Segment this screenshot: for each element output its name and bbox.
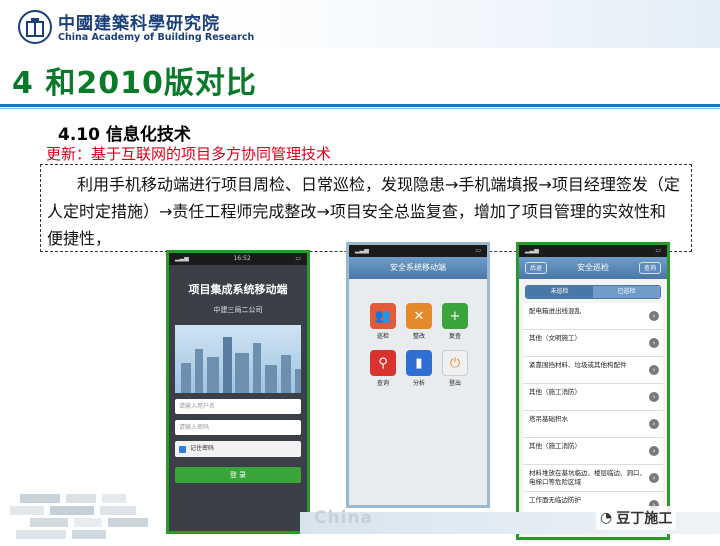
tab-inspected[interactable]: 已巡检	[593, 286, 660, 298]
list-item[interactable]: 配电箱进出线混乱 ›	[523, 303, 663, 330]
status-bar: ▂▃▅ 16:52 ▭	[169, 253, 307, 265]
brand-badge: ◔ 豆丁施工	[596, 506, 677, 530]
power-icon: ⏻	[442, 350, 468, 376]
academy-logo-icon	[18, 10, 52, 44]
phone-inspection-screen: ▂▃▅ ▭ 后退 安全巡检 查询 未巡检 已巡检 配电箱进出线混乱 › 其他（文…	[516, 242, 670, 540]
wechat-icon: ◔	[600, 510, 613, 526]
org-name-en: China Academy of Building Research	[58, 32, 255, 43]
list-item[interactable]: 其他（施工消防） ›	[523, 384, 663, 411]
title-divider	[0, 104, 720, 107]
menu-item-query[interactable]: ⚲ 查询	[365, 350, 401, 387]
inspection-list: 配电箱进出线混乱 › 其他（文明施工） › 紧靠围挡材料、垃圾或其他构配件 › …	[523, 303, 663, 519]
phone-login-screen: ▂▃▅ 16:52 ▭ 项目集成系统移动端 中建三局二公司 请输入用户名 请输入…	[166, 250, 310, 534]
status-bar: ▂▃▅ ▭	[519, 245, 667, 257]
tab-not-inspected[interactable]: 未巡检	[526, 286, 593, 298]
inspection-tabs: 未巡检 已巡检	[525, 285, 661, 299]
menu-item-rectify[interactable]: ✕ 整改	[401, 303, 437, 340]
watermark-text: China	[314, 508, 373, 528]
chevron-right-icon: ›	[649, 419, 659, 429]
tools-icon: ✕	[406, 303, 432, 329]
signal-icon: ▂▃▅	[355, 247, 369, 254]
remember-password-checkbox[interactable]: 记住密码	[175, 441, 301, 457]
org-name-cn: 中國建築科學研究院	[58, 14, 220, 34]
chevron-right-icon: ›	[649, 446, 659, 456]
description-text: 利用手机移动端进行项目周检、日常巡检，发现隐患→手机端填报→项目经理签发（定人定…	[47, 175, 680, 248]
signal-icon: ▂▃▅	[175, 255, 189, 262]
description-box: 利用手机移动端进行项目周检、日常巡检，发现隐患→手机端填报→项目经理签发（定人定…	[40, 164, 692, 252]
login-button[interactable]: 登 录	[175, 467, 301, 483]
checkbox-icon	[179, 445, 186, 453]
back-button[interactable]: 后退	[525, 262, 548, 274]
brand-name: 豆丁施工	[616, 511, 673, 527]
inspection-header: 后退 安全巡检 查询	[519, 257, 667, 279]
battery-icon: ▭	[295, 255, 301, 262]
title-divider-thin	[0, 108, 720, 109]
password-input[interactable]: 请输入密码	[175, 420, 301, 435]
magnifier-icon: ⚲	[370, 350, 396, 376]
section-title: 4.10 信息化技术	[58, 125, 191, 145]
add-person-icon: +	[442, 303, 468, 329]
username-input[interactable]: 请输入用户名	[175, 399, 301, 414]
query-button[interactable]: 查询	[638, 262, 661, 274]
bar-chart-icon: ▮	[406, 350, 432, 376]
list-item[interactable]: 材料堆放在基坑临边、楼层临边、洞口、电梯口等危险区域 ›	[523, 465, 663, 492]
inspection-title: 安全巡检	[577, 263, 609, 272]
list-item[interactable]: 塔吊基础积水 ›	[523, 411, 663, 438]
chevron-right-icon: ›	[649, 311, 659, 321]
chevron-right-icon: ›	[649, 338, 659, 348]
menu-item-logout[interactable]: ⏻ 登出	[437, 350, 473, 387]
menu-item-inspect[interactable]: 👥 巡检	[365, 303, 401, 340]
signal-icon: ▂▃▅	[525, 247, 539, 254]
chevron-right-icon: ›	[649, 365, 659, 375]
city-skyline-image	[175, 325, 301, 393]
page-title: 4 和2010版对比	[12, 66, 257, 101]
remember-label: 记住密码	[190, 445, 215, 452]
status-bar: ▂▃▅ ▭	[349, 245, 487, 257]
company-name: 中建三局二公司	[213, 306, 263, 314]
menu-item-analysis[interactable]: ▮ 分析	[401, 350, 437, 387]
update-note: 更新：基于互联网的项目多方协同管理技术	[46, 145, 332, 163]
chevron-right-icon: ›	[649, 392, 659, 402]
battery-icon: ▭	[655, 247, 661, 254]
clock: 16:52	[233, 255, 251, 262]
list-item[interactable]: 其他（文明施工） ›	[523, 330, 663, 357]
people-icon: 👥	[370, 303, 396, 329]
app-title: 项目集成系统移动端	[188, 283, 288, 296]
decorative-blocks	[0, 488, 170, 546]
chevron-right-icon: ›	[649, 473, 659, 483]
battery-icon: ▭	[475, 247, 481, 254]
list-item[interactable]: 其他（施工消防） ›	[523, 438, 663, 465]
menu-grid: 👥 巡检 ✕ 整改 + 复查 ⚲ 查询 ▮ 分析 ⏻ 登出	[365, 303, 473, 387]
menu-header: 安全系统移动端	[349, 257, 487, 279]
list-item[interactable]: 紧靠围挡材料、垃圾或其他构配件 ›	[523, 357, 663, 384]
menu-item-review[interactable]: + 复查	[437, 303, 473, 340]
phone-menu-screen: ▂▃▅ ▭ 安全系统移动端 👥 巡检 ✕ 整改 + 复查 ⚲ 查询 ▮ 分析 ⏻…	[346, 242, 490, 508]
